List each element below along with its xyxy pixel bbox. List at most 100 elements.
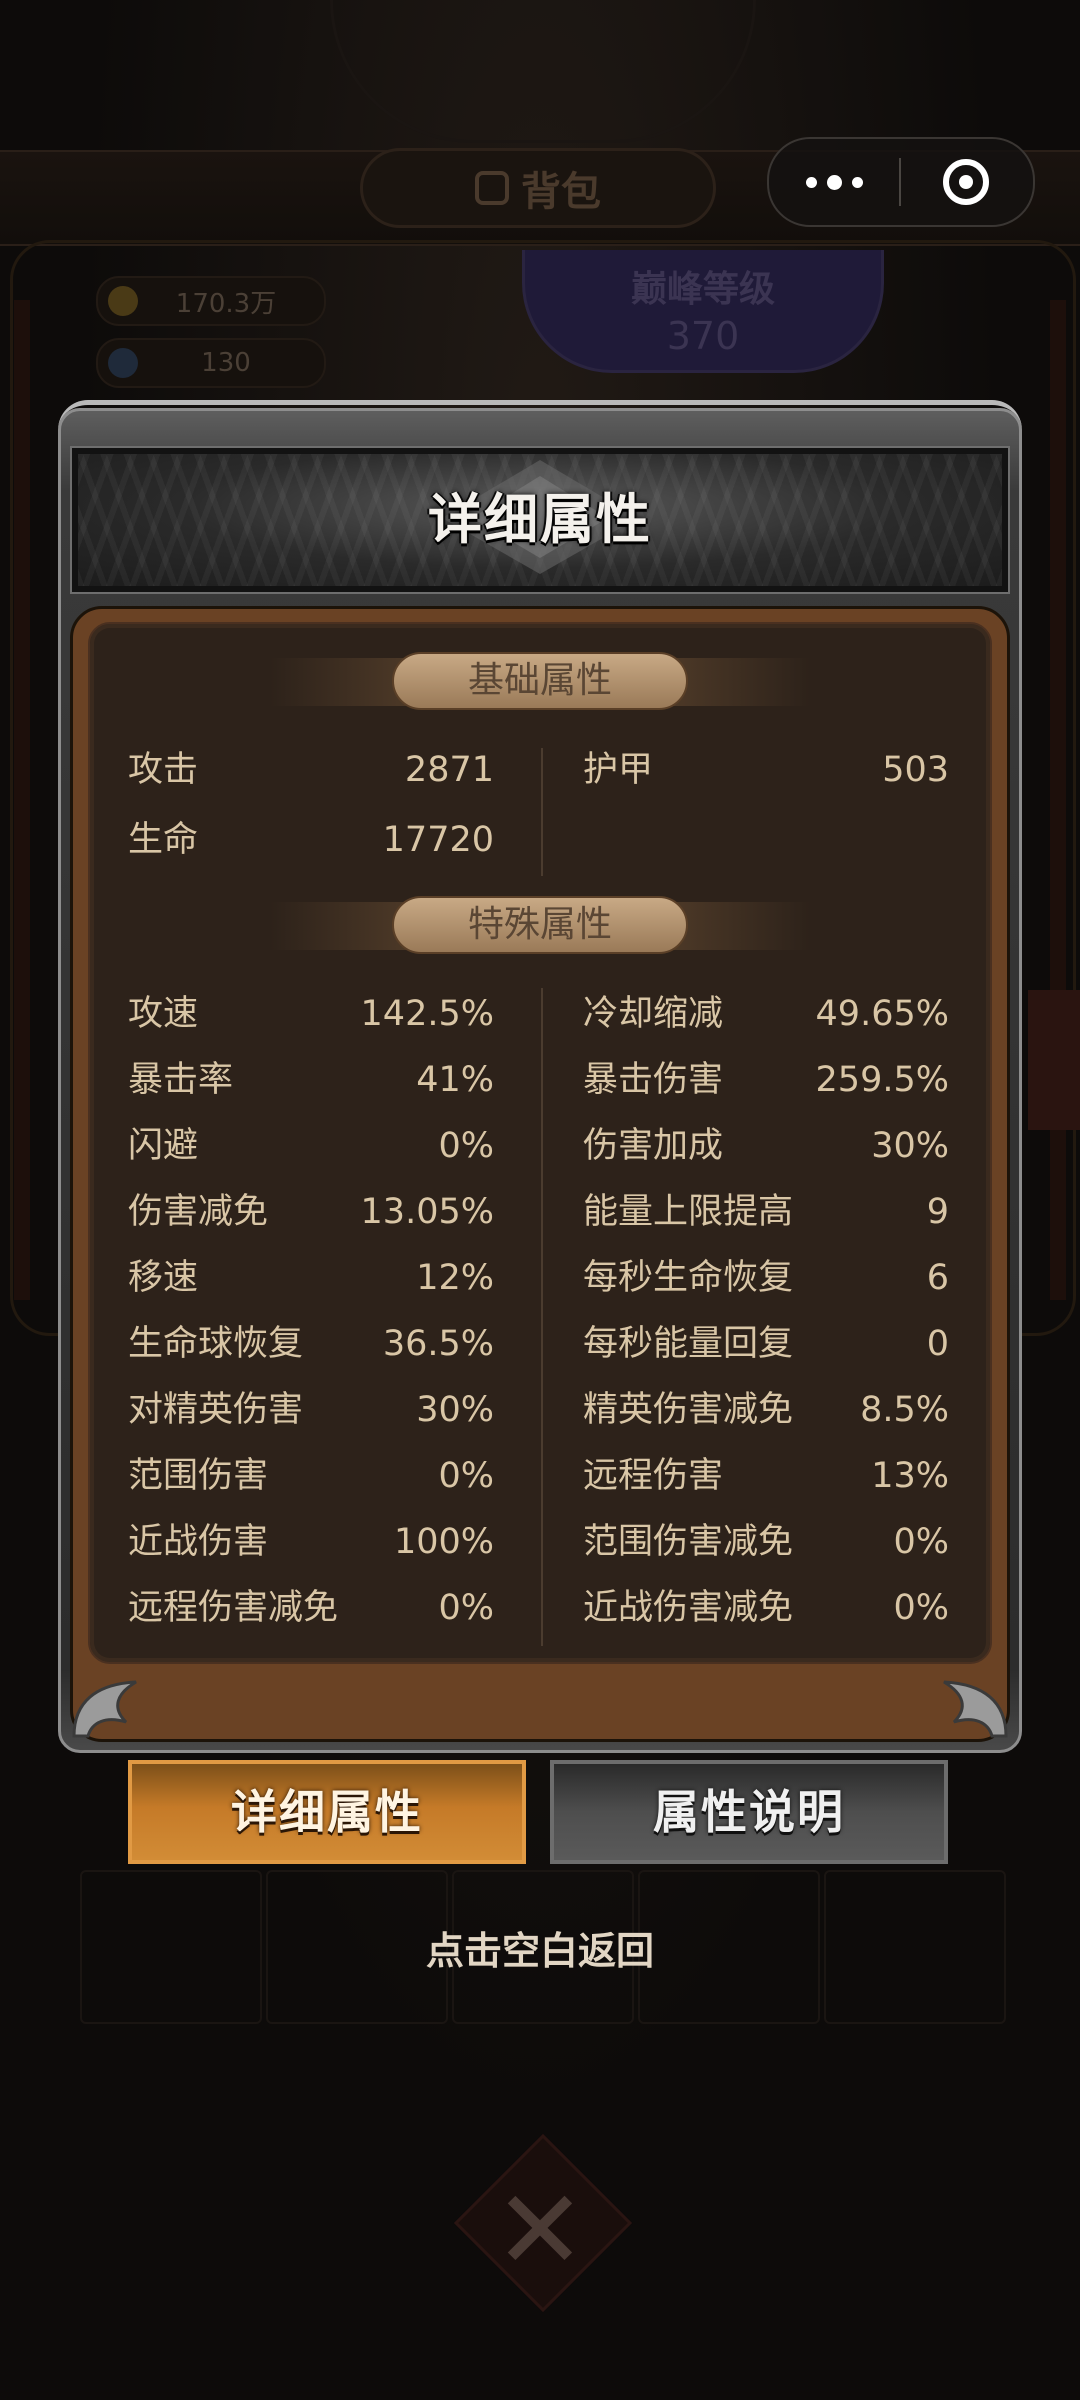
stat-value: 0% [438, 1588, 494, 1628]
stat-label: 近战伤害减免 [583, 1588, 794, 1628]
stat-value: 36.5% [382, 1324, 494, 1364]
stat-row: 精英伤害减免 8.5% [583, 1380, 949, 1440]
peak-level-badge: 巅峰等级 370 [522, 250, 884, 373]
basic-section-title: 基础属性 [392, 652, 688, 710]
stat-value: 503 [882, 750, 949, 790]
bag-icon [475, 171, 509, 205]
target-circle-icon [943, 159, 989, 205]
stat-label: 移速 [128, 1258, 199, 1298]
stat-label: 暴击伤害 [583, 1060, 724, 1100]
stat-value: 100% [393, 1522, 494, 1562]
stat-label: 冷却缩减 [583, 994, 724, 1034]
stat-label: 伤害加成 [583, 1126, 724, 1166]
gem-counter: 130 [96, 338, 326, 388]
miniprogram-capsule [767, 137, 1035, 227]
gold-counter: 170.3万 [96, 276, 326, 326]
stat-label: 攻击 [128, 750, 199, 790]
corner-ornament-icon [943, 1680, 1008, 1738]
stat-row: 伤害减免 13.05% [128, 1182, 494, 1242]
stat-value: 17720 [382, 820, 494, 860]
stat-row: 护甲 503 [583, 740, 949, 800]
crossed-swords-icon: ✕ [493, 2166, 587, 2294]
stat-row: 范围伤害减免 0% [583, 1512, 949, 1572]
column-divider [541, 988, 543, 1646]
stat-row: 暴击率 41% [128, 1050, 494, 1110]
stat-value: 13.05% [360, 1192, 494, 1232]
stat-label: 每秒生命恢复 [583, 1258, 794, 1298]
stat-row: 远程伤害减免 0% [128, 1578, 494, 1638]
stat-row: 对精英伤害 30% [128, 1380, 494, 1440]
peak-level-value: 370 [666, 314, 740, 358]
stat-label: 暴击率 [128, 1060, 234, 1100]
stat-label: 生命 [128, 820, 199, 860]
stat-row: 移速 12% [128, 1248, 494, 1308]
stat-row: 能量上限提高 9 [583, 1182, 949, 1242]
stat-row: 生命球恢复 36.5% [128, 1314, 494, 1374]
gem-icon [108, 348, 138, 378]
stat-row: 每秒能量回复 0 [583, 1314, 949, 1374]
stat-value: 49.65% [815, 994, 949, 1034]
stat-label: 伤害减免 [128, 1192, 269, 1232]
tab-detail-attributes[interactable]: 详细属性 [128, 1760, 526, 1864]
stat-label: 闪避 [128, 1126, 199, 1166]
stat-row: 攻击 2871 [128, 740, 494, 800]
stat-label: 远程伤害减免 [128, 1588, 339, 1628]
stat-row: 远程伤害 13% [583, 1446, 949, 1506]
stat-label: 护甲 [583, 750, 654, 790]
corner-ornament-icon [72, 1680, 137, 1738]
gem-amount: 130 [201, 348, 251, 378]
stat-label: 精英伤害减免 [583, 1390, 794, 1430]
stat-row: 冷却缩减 49.65% [583, 984, 949, 1044]
stat-row: 范围伤害 0% [128, 1446, 494, 1506]
stat-row: 闪避 0% [128, 1116, 494, 1176]
stat-value: 0% [438, 1126, 494, 1166]
stat-value: 41% [416, 1060, 494, 1100]
close-miniprogram-button[interactable] [901, 159, 1031, 205]
gold-amount: 170.3万 [175, 288, 277, 319]
stat-label: 每秒能量回复 [583, 1324, 794, 1364]
stat-row: 近战伤害 100% [128, 1512, 494, 1572]
stat-value: 30% [416, 1390, 494, 1430]
stat-label: 近战伤害 [128, 1522, 269, 1562]
special-section-header: 特殊属性 [0, 896, 1080, 956]
stat-row: 近战伤害减免 0% [583, 1578, 949, 1638]
stat-value: 6 [926, 1258, 949, 1298]
stat-label: 对精英伤害 [128, 1390, 304, 1430]
stat-label: 能量上限提高 [583, 1192, 794, 1232]
stat-row: 攻速 142.5% [128, 984, 494, 1044]
stat-label: 生命球恢复 [128, 1324, 304, 1364]
stat-value: 9 [926, 1192, 949, 1232]
panel-title: 详细属性 [428, 488, 652, 551]
stat-label: 范围伤害减免 [583, 1522, 794, 1562]
special-section-title: 特殊属性 [392, 896, 688, 954]
stat-value: 0% [893, 1588, 949, 1628]
stat-value: 13% [871, 1456, 949, 1496]
column-divider [541, 748, 543, 876]
gold-coin-icon [108, 286, 138, 316]
stat-value: 0% [438, 1456, 494, 1496]
background-side-tab [1028, 990, 1080, 1130]
stat-value: 0 [926, 1324, 949, 1364]
tap-to-return-hint: 点击空白返回 [425, 1929, 654, 1973]
stat-value: 0% [893, 1522, 949, 1562]
stat-value: 30% [871, 1126, 949, 1166]
stat-value: 2871 [404, 750, 494, 790]
stat-row: 暴击伤害 259.5% [583, 1050, 949, 1110]
more-dot-icon [851, 176, 863, 188]
tab-attribute-explanation[interactable]: 属性说明 [550, 1760, 948, 1864]
panel-top-rim [58, 400, 1022, 445]
stat-row: 生命 17720 [128, 810, 494, 870]
stat-row: 伤害加成 30% [583, 1116, 949, 1176]
bag-tab-label: 背包 [521, 169, 601, 215]
peak-level-label: 巅峰等级 [630, 269, 775, 310]
stat-row: 每秒生命恢复 6 [583, 1248, 949, 1308]
stat-value: 259.5% [815, 1060, 949, 1100]
stat-label: 远程伤害 [583, 1456, 724, 1496]
basic-section-header: 基础属性 [0, 652, 1080, 712]
more-button[interactable] [769, 174, 899, 190]
stat-value: 12% [416, 1258, 494, 1298]
stat-label: 范围伤害 [128, 1456, 269, 1496]
stat-value: 8.5% [860, 1390, 949, 1430]
bag-tab: 背包 [360, 148, 716, 228]
stat-value: 142.5% [360, 994, 494, 1034]
